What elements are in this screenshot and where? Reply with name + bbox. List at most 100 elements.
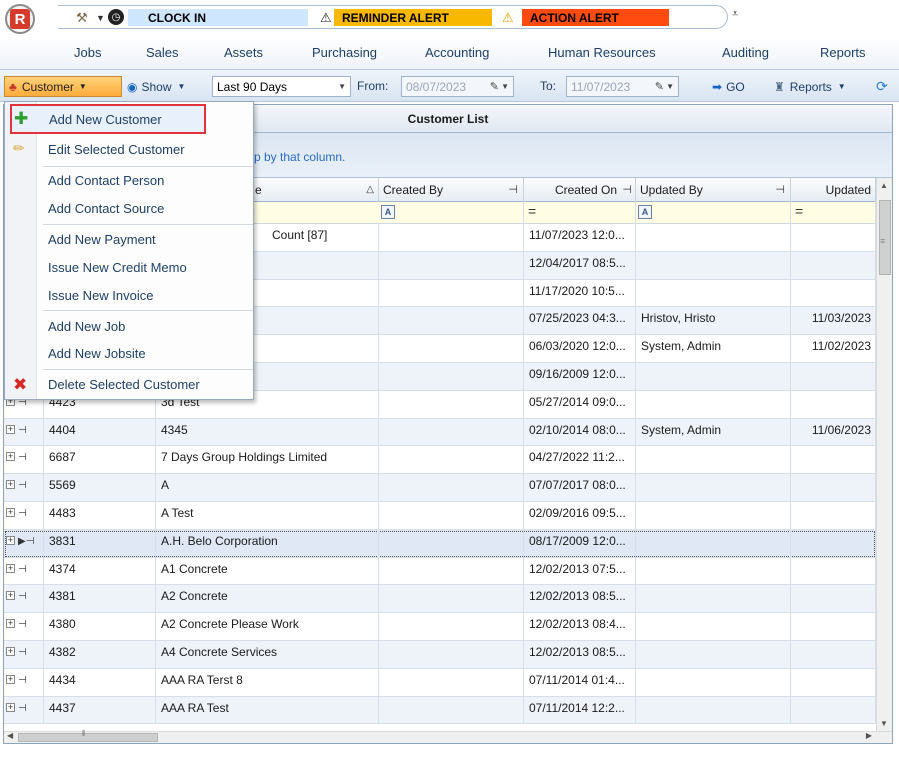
tab-purchasing[interactable]: Purchasing — [312, 45, 377, 60]
eraser-icon[interactable]: ✎ — [490, 80, 499, 93]
customer-menu-button[interactable]: ♣ Customer ▼ — [4, 76, 122, 97]
filter-text-icon[interactable]: A — [381, 205, 395, 219]
table-row[interactable]: + ▶⊣ 3831 A.H. Belo Corporation 08/17/2009 1… — [4, 529, 876, 558]
horizontal-scroll-thumb[interactable] — [18, 733, 158, 742]
pin-icon[interactable]: ⊣ — [622, 178, 632, 202]
cell-updated[interactable] — [791, 251, 876, 279]
cell-created-on[interactable]: 05/27/2014 09:0... — [524, 390, 636, 418]
cell-updated[interactable] — [791, 446, 876, 474]
action-alert-button[interactable]: ACTION ALERT — [522, 9, 669, 26]
cell-name[interactable]: A2 Concrete — [156, 585, 379, 613]
cell-updated-by[interactable] — [636, 390, 791, 418]
table-row[interactable]: + ⊣ 5569 A 07/07/2017 08:0... — [4, 474, 876, 502]
cell-name[interactable]: 4345 — [156, 418, 379, 446]
cell-updated-by[interactable]: Hristov, Hristo — [636, 307, 791, 335]
cell-created-on[interactable]: 02/09/2016 09:5... — [524, 502, 636, 529]
cell-created-by[interactable] — [379, 502, 524, 529]
table-row[interactable]: + ⊣ 4437 AAA RA Test 07/11/2014 12:2... — [4, 696, 876, 725]
cell-id[interactable]: 4380 — [44, 613, 156, 640]
tab-auditing[interactable]: Auditing — [722, 45, 769, 60]
cell-created-on[interactable]: 12/02/2013 08:4... — [524, 613, 636, 640]
refresh-icon[interactable]: ⟳ — [876, 76, 888, 97]
cell-name[interactable]: A — [156, 474, 379, 501]
filter-created-by[interactable]: A — [379, 202, 524, 224]
to-date-field[interactable]: 11/07/2023 ✎ ▼ — [566, 76, 679, 97]
menu-item-add-new-job[interactable]: Add New Job — [5, 315, 253, 339]
menu-item-add-new-customer[interactable]: ✚ Add New Customer — [10, 104, 206, 134]
cell-created-on[interactable]: 07/11/2014 01:4... — [524, 668, 636, 696]
cell-created-on[interactable]: 12/02/2013 07:5... — [524, 557, 636, 585]
cell-created-on[interactable]: 11/07/2023 12:0... — [524, 224, 636, 251]
cell-created-on[interactable]: 12/02/2013 08:5... — [524, 641, 636, 668]
tab-accounting[interactable]: Accounting — [425, 45, 489, 60]
cell-id[interactable]: 4437 — [44, 696, 156, 724]
cell-id[interactable]: 6687 — [44, 446, 156, 474]
cell-updated[interactable] — [791, 224, 876, 251]
eraser-icon[interactable]: ✎ — [655, 80, 664, 93]
cell-id[interactable]: 4483 — [44, 502, 156, 529]
cell-created-on[interactable]: 07/25/2023 04:3... — [524, 307, 636, 335]
cell-id[interactable]: 4382 — [44, 641, 156, 668]
cell-created-on[interactable]: 11/17/2020 10:5... — [524, 279, 636, 307]
cell-name[interactable]: A2 Concrete Please Work — [156, 613, 379, 640]
cell-updated[interactable] — [791, 390, 876, 418]
tab-sales[interactable]: Sales — [146, 45, 179, 60]
filter-equals-icon[interactable]: = — [528, 203, 536, 219]
cell-created-by[interactable] — [379, 390, 524, 418]
cell-id[interactable]: 5569 — [44, 474, 156, 501]
cell-updated[interactable] — [791, 529, 876, 557]
table-row[interactable]: + ⊣ 4382 A4 Concrete Services 12/02/2013 08:… — [4, 641, 876, 669]
hammer-icon[interactable]: ⚒ — [76, 9, 94, 26]
cell-created-by[interactable] — [379, 279, 524, 307]
cell-id[interactable]: 3831 — [44, 529, 156, 557]
cell-updated[interactable] — [791, 641, 876, 668]
cell-created-by[interactable] — [379, 668, 524, 696]
column-header-updated[interactable]: Updated — [791, 178, 876, 202]
menu-item-add-new-jobsite[interactable]: Add New Jobsite — [5, 342, 253, 366]
cell-updated-by[interactable] — [636, 224, 791, 251]
cell-created-by[interactable] — [379, 224, 524, 251]
cell-created-by[interactable] — [379, 446, 524, 474]
cell-created-on[interactable]: 08/17/2009 12:0... — [524, 529, 636, 557]
cell-name[interactable]: A1 Concrete — [156, 557, 379, 585]
filter-equals-icon[interactable]: = — [795, 203, 803, 219]
menu-item-add-contact-source[interactable]: Add Contact Source — [5, 197, 253, 221]
cell-created-by[interactable] — [379, 363, 524, 390]
cell-created-on[interactable]: 07/07/2017 08:0... — [524, 474, 636, 501]
filter-updated[interactable]: = — [791, 202, 876, 224]
cell-name[interactable]: A Test — [156, 502, 379, 529]
filter-created-on[interactable]: = — [524, 202, 636, 224]
cell-updated-by[interactable] — [636, 529, 791, 557]
cell-updated-by[interactable] — [636, 668, 791, 696]
cell-updated-by[interactable] — [636, 696, 791, 724]
cell-updated-by[interactable] — [636, 613, 791, 640]
cell-name[interactable]: A4 Concrete Services — [156, 641, 379, 668]
tab-reports[interactable]: Reports — [820, 45, 866, 60]
table-row[interactable]: + ⊣ 4381 A2 Concrete 12/02/2013 08:5... — [4, 585, 876, 614]
reminder-alert-button[interactable]: REMINDER ALERT — [334, 9, 492, 26]
filter-text-icon[interactable]: A — [638, 205, 652, 219]
cell-id[interactable]: 4374 — [44, 557, 156, 585]
cell-updated-by[interactable]: System, Admin — [636, 335, 791, 362]
tab-jobs[interactable]: Jobs — [74, 45, 101, 60]
cell-created-by[interactable] — [379, 474, 524, 501]
menu-item-issue-new-credit-memo[interactable]: Issue New Credit Memo — [5, 256, 253, 280]
period-select[interactable]: Last 90 Days ▼ — [212, 76, 351, 97]
cell-created-by[interactable] — [379, 418, 524, 446]
cell-name[interactable]: AAA RA Terst 8 — [156, 668, 379, 696]
cell-updated[interactable]: 11/06/2023 — [791, 418, 876, 446]
cell-created-by[interactable] — [379, 251, 524, 279]
menu-item-add-contact-person[interactable]: Add Contact Person — [5, 169, 253, 193]
cell-created-by[interactable] — [379, 585, 524, 613]
cell-updated[interactable]: 11/02/2023 — [791, 335, 876, 362]
cell-created-on[interactable]: 04/27/2022 11:2... — [524, 446, 636, 474]
cell-id[interactable]: 4434 — [44, 668, 156, 696]
cell-created-by[interactable] — [379, 613, 524, 640]
cell-created-by[interactable] — [379, 641, 524, 668]
cell-created-by[interactable] — [379, 696, 524, 724]
cell-updated-by[interactable] — [636, 474, 791, 501]
column-header-created-on[interactable]: Created On ⊣ — [524, 178, 636, 202]
go-button[interactable]: ➡ GO — [712, 76, 745, 97]
cell-created-on[interactable]: 09/16/2009 12:0... — [524, 363, 636, 390]
column-header-updated-by[interactable]: Updated By ⊣ — [636, 178, 791, 202]
